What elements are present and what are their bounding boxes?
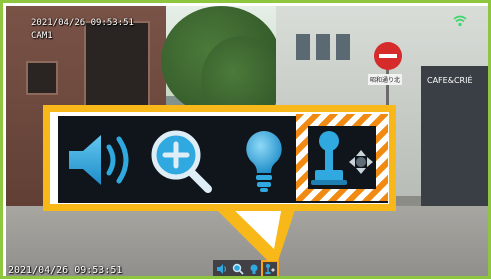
ptz-button-face <box>308 126 376 189</box>
wifi-icon <box>453 15 467 27</box>
light-button[interactable] <box>223 116 306 203</box>
cafe-shop: CAFE&CRIÉ <box>421 66 488 206</box>
zoom-button[interactable] <box>141 116 224 203</box>
lightbulb-icon <box>246 130 282 192</box>
shop-sign: CAFE&CRIÉ <box>427 76 473 85</box>
no-entry-sign-icon <box>374 42 402 70</box>
camera-view-frame: CAFE&CRIÉ 昭和通り北 2021/04/26 09:53:51 CAM1… <box>0 0 491 279</box>
osd-timestamp-top: 2021/04/26 09:53:51 <box>31 18 134 28</box>
audio-button[interactable] <box>58 116 141 203</box>
speaker-icon <box>69 134 129 185</box>
osd-camera-name: CAM1 <box>31 31 53 41</box>
street-sign: 昭和通り北 <box>368 74 403 85</box>
ptz-joystick-icon <box>311 130 373 185</box>
ptz-button[interactable] <box>296 114 388 201</box>
zoom-in-icon <box>151 130 212 193</box>
osd-timestamp-bottom: 2021/04/26 09:53:51 <box>8 265 123 276</box>
